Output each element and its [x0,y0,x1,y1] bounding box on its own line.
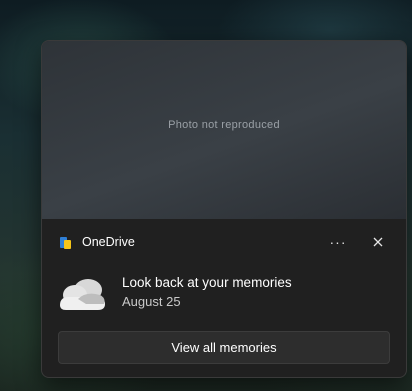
onedrive-logo-icon [59,236,73,250]
onedrive-cloud-icon [56,273,108,313]
app-name: OneDrive [82,235,135,249]
close-button[interactable] [364,229,392,255]
notification-body: Look back at your memories August 25 [42,259,406,329]
more-options-button[interactable]: ··· [324,229,352,255]
notification-header: OneDrive ··· [42,219,406,259]
close-icon [373,237,383,247]
memories-photo-placeholder[interactable]: Photo not reproduced [42,41,406,219]
view-all-memories-button[interactable]: View all memories [58,331,390,364]
notification-title: Look back at your memories [122,275,292,290]
notification-toast[interactable]: Photo not reproduced OneDrive ··· Look b… [41,40,407,378]
notification-date: August 25 [122,294,181,309]
photo-placeholder-note: Photo not reproduced [168,119,280,131]
